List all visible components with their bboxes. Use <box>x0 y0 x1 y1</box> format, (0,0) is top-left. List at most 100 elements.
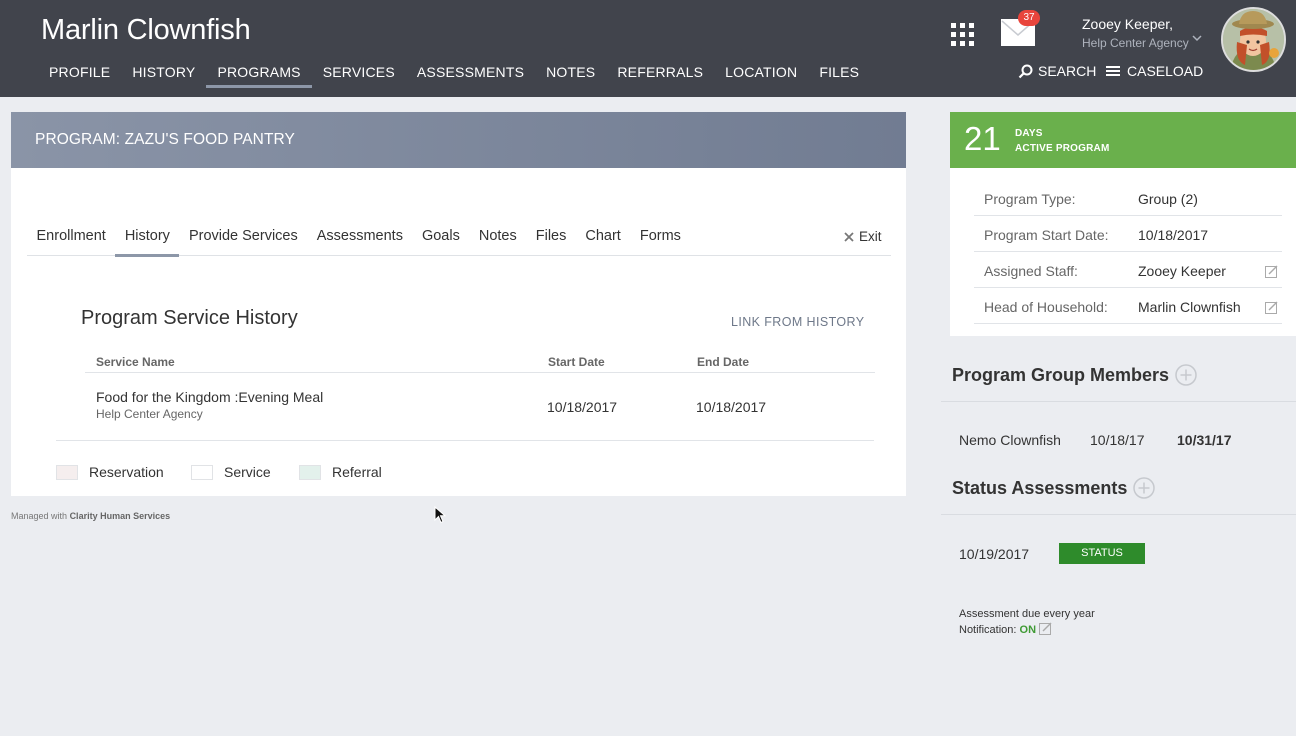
column-header-start-date: Start Date <box>548 355 605 369</box>
footer-brand[interactable]: Clarity Human Services <box>70 511 171 521</box>
menu-icon <box>1106 66 1120 76</box>
section-divider <box>941 401 1296 402</box>
footer-prefix: Managed with <box>11 511 68 521</box>
info-label: Head of Household: <box>984 299 1108 315</box>
main-nav: PROFILE HISTORY PROGRAMS SERVICES ASSESS… <box>38 62 870 93</box>
legend-referral: Referral <box>299 464 382 480</box>
avatar[interactable] <box>1221 7 1286 72</box>
notification-line: Notification: ON <box>959 622 1095 638</box>
search-icon <box>1018 64 1033 78</box>
chevron-down-icon[interactable] <box>1192 34 1202 42</box>
nav-history[interactable]: HISTORY <box>121 62 206 93</box>
exit-label: Exit <box>859 229 882 244</box>
section-title: Program Service History <box>81 307 298 329</box>
caseload-label: CASELOAD <box>1127 63 1204 79</box>
edit-icon[interactable] <box>1039 622 1052 635</box>
status-assessments-heading: Status Assessments <box>952 477 1156 499</box>
user-agency[interactable]: Help Center Agency <box>1082 36 1189 50</box>
program-title: PROGRAM: ZAZU'S FOOD PANTRY <box>11 112 906 168</box>
legend-swatch <box>56 464 78 480</box>
legend-service: Service <box>191 464 271 480</box>
group-members-heading: Program Group Members <box>952 364 1197 386</box>
days-active-box: 21 DAYS ACTIVE PROGRAM <box>950 112 1296 168</box>
nav-programs[interactable]: PROGRAMS <box>206 62 313 93</box>
tab-history[interactable]: History <box>115 214 180 257</box>
days-count: 21 <box>964 120 1001 157</box>
header-divider <box>85 372 875 373</box>
footer-credit: Managed with Clarity Human Services <box>11 511 170 521</box>
service-end-date: 10/18/2017 <box>696 399 767 415</box>
member-name[interactable]: Nemo Clownfish <box>959 432 1061 448</box>
info-value: Marlin Clownfish <box>1138 299 1241 315</box>
program-panel: PROGRAM: ZAZU'S FOOD PANTRY Enrollment H… <box>11 112 906 496</box>
add-assessment-icon[interactable] <box>1133 477 1156 499</box>
assessment-note: Assessment due every year Notification: … <box>959 607 1095 638</box>
exit-button[interactable]: Exit <box>844 229 882 244</box>
info-row-assigned-staff: Assigned Staff: Zooey Keeper <box>974 252 1282 288</box>
user-name[interactable]: Zooey Keeper, <box>1082 16 1173 32</box>
service-start-date: 10/18/2017 <box>547 399 618 415</box>
tab-chart[interactable]: Chart <box>576 214 630 256</box>
mail-count-badge: 37 <box>1018 10 1040 26</box>
info-value: Group (2) <box>1138 191 1198 207</box>
tab-provide-services[interactable]: Provide Services <box>179 214 307 256</box>
status-assessments-title: Status Assessments <box>952 477 1128 498</box>
section-divider <box>941 514 1296 515</box>
info-value: 10/18/2017 <box>1138 227 1209 243</box>
close-icon <box>844 231 854 242</box>
tab-forms[interactable]: Forms <box>630 214 690 256</box>
search-label: SEARCH <box>1038 63 1097 79</box>
nav-notes[interactable]: NOTES <box>535 62 606 93</box>
info-label: Program Type: <box>984 191 1076 207</box>
tab-enrollment[interactable]: Enrollment <box>27 214 115 256</box>
tab-assessments[interactable]: Assessments <box>307 214 412 256</box>
days-label-active: ACTIVE PROGRAM <box>1015 143 1110 154</box>
info-row-head-of-household: Head of Household: Marlin Clownfish <box>974 288 1282 324</box>
legend-label: Service <box>224 464 271 480</box>
program-tabs: Enrollment History Provide Services Asse… <box>27 214 891 257</box>
days-label: DAYS ACTIVE PROGRAM <box>1015 126 1109 156</box>
apps-grid-icon[interactable] <box>951 23 974 46</box>
nav-profile[interactable]: PROFILE <box>38 62 121 93</box>
days-label-days: DAYS <box>1015 128 1043 139</box>
notification-value: ON <box>1019 624 1037 636</box>
group-members-title: Program Group Members <box>952 364 1170 385</box>
member-end-date: 10/31/17 <box>1177 432 1232 448</box>
mouse-cursor-icon <box>434 506 446 524</box>
assessment-due-text: Assessment due every year <box>959 608 1095 620</box>
status-badge[interactable]: STATUS <box>1059 543 1145 564</box>
nav-services[interactable]: SERVICES <box>312 62 406 93</box>
legend-label: Reservation <box>89 464 164 480</box>
top-navigation-bar: Marlin Clownfish PROFILE HISTORY PROGRAM… <box>0 0 1296 97</box>
legend-swatch <box>299 464 321 480</box>
service-agency: Help Center Agency <box>96 407 203 421</box>
nav-assessments[interactable]: ASSESSMENTS <box>406 62 535 93</box>
legend-label: Referral <box>332 464 382 480</box>
tab-goals[interactable]: Goals <box>412 214 469 256</box>
service-name[interactable]: Food for the Kingdom :Evening Meal <box>96 389 323 405</box>
search-button[interactable]: SEARCH <box>1018 63 1096 79</box>
info-row-start-date: Program Start Date: 10/18/2017 <box>974 216 1282 252</box>
info-value: Zooey Keeper <box>1138 263 1226 279</box>
add-member-icon[interactable] <box>1175 364 1197 386</box>
nav-location[interactable]: LOCATION <box>714 62 808 93</box>
info-row-program-type: Program Type: Group (2) <box>974 180 1282 216</box>
tab-notes[interactable]: Notes <box>469 214 526 256</box>
column-header-service-name: Service Name <box>96 355 175 369</box>
nav-files[interactable]: FILES <box>808 62 870 93</box>
client-name: Marlin Clownfish <box>41 14 251 46</box>
edit-icon[interactable] <box>1265 301 1278 314</box>
nav-referrals[interactable]: REFERRALS <box>606 62 714 93</box>
legend-reservation: Reservation <box>56 464 164 480</box>
assessment-date[interactable]: 10/19/2017 <box>959 546 1029 562</box>
program-info-card: Program Type: Group (2) Program Start Da… <box>950 168 1296 336</box>
link-from-history-button[interactable]: LINK FROM HISTORY <box>731 315 864 329</box>
info-label: Program Start Date: <box>984 227 1109 243</box>
tab-files[interactable]: Files <box>526 214 576 256</box>
info-label: Assigned Staff: <box>984 263 1078 279</box>
caseload-button[interactable]: CASELOAD <box>1106 63 1203 79</box>
member-start-date: 10/18/17 <box>1090 432 1145 448</box>
column-header-end-date: End Date <box>697 355 750 369</box>
notification-label: Notification: <box>959 624 1017 636</box>
edit-icon[interactable] <box>1265 265 1278 278</box>
